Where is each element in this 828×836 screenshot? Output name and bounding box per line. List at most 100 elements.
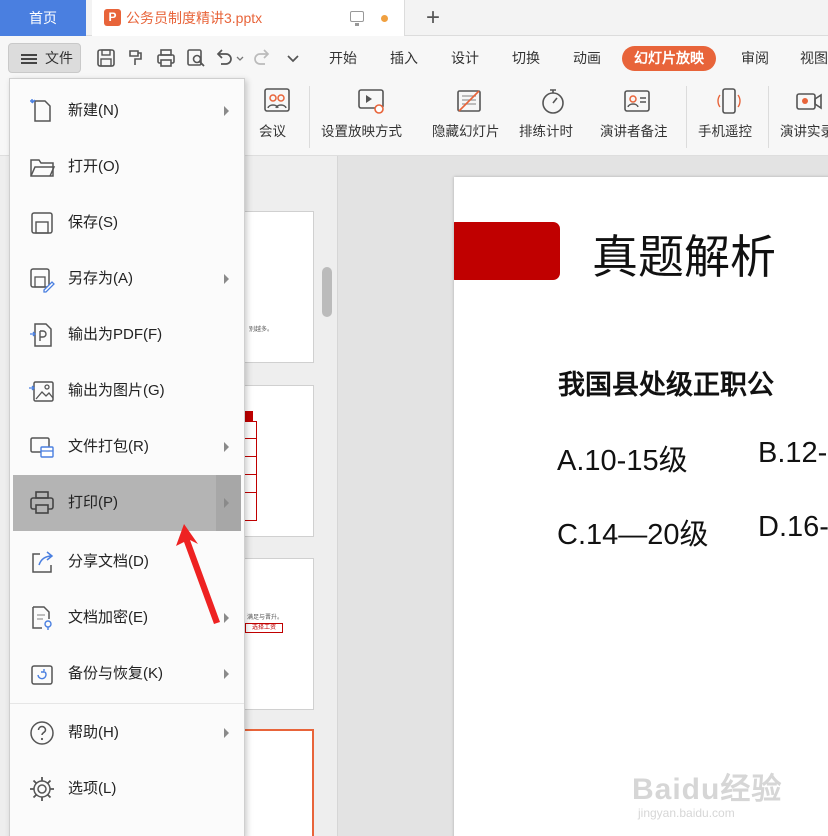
tab-home[interactable]: 开始: [329, 36, 357, 80]
option-b[interactable]: B.12-: [758, 437, 827, 470]
tab-insert[interactable]: 插入: [390, 36, 418, 80]
slide-thumbnail-selected[interactable]: [240, 729, 314, 836]
file-menu-dropdown: 新建(N) 打开(O) 保存(S) 另存为(A) 输出为PDF(F) 输出为图片…: [9, 78, 245, 836]
menu-item-save-as[interactable]: 另存为(A): [10, 251, 244, 307]
menu-item-help[interactable]: 帮助(H): [10, 705, 244, 761]
submenu-arrow-icon: [224, 106, 229, 116]
thumbnail-option-box: 选择工资: [245, 623, 283, 633]
save-icon: [31, 212, 53, 234]
menu-item-open[interactable]: 打开(O): [10, 139, 244, 195]
menu-item-label: 新建(N): [68, 102, 119, 119]
tab-review[interactable]: 审阅: [741, 36, 769, 80]
tab-view[interactable]: 视图: [800, 36, 828, 80]
home-tab[interactable]: 首页: [0, 0, 86, 36]
undo-icon[interactable]: [214, 48, 234, 68]
thumbnail-snippet: 满足与晋升。: [247, 615, 284, 621]
menu-item-export-pdf[interactable]: 输出为PDF(F): [10, 307, 244, 363]
tab-slideshow[interactable]: 幻灯片放映: [622, 46, 716, 71]
help-icon: [30, 721, 54, 745]
redo-icon[interactable]: [252, 48, 272, 68]
thumbnail-scrollbar[interactable]: [322, 267, 332, 317]
slide-canvas[interactable]: 真题解析 我国县处级正职公 A.10-15级 B.12- C.14—20级 D.…: [454, 177, 828, 836]
document-tab-title: 公务员制度精讲3.pptx: [126, 10, 263, 26]
menu-item-label: 保存(S): [68, 214, 118, 231]
submenu-arrow-icon: [224, 274, 229, 284]
tab-transition[interactable]: 切换: [512, 36, 540, 80]
meeting-button[interactable]: 会议: [250, 80, 306, 156]
submenu-arrow-icon: [224, 728, 229, 738]
watermark-url: jingyan.baidu.com: [638, 806, 735, 820]
print-preview-icon[interactable]: [186, 48, 206, 68]
pdf-icon: [30, 323, 52, 347]
print-icon[interactable]: [156, 48, 176, 68]
menu-item-label: 文件打包(R): [68, 438, 149, 455]
new-file-icon: [30, 99, 51, 122]
option-a[interactable]: A.10-15级: [557, 437, 688, 479]
menu-item-label: 选项(L): [68, 780, 117, 797]
meeting-icon: [264, 88, 290, 112]
baidu-jingyan-watermark: Baidu经验 jingyan.baidu.com: [632, 762, 802, 832]
slide-thumbnail[interactable]: [240, 385, 314, 537]
new-tab-button[interactable]: +: [418, 3, 448, 33]
menu-item-label: 备份与恢复(K): [68, 665, 163, 682]
speaker-notes-icon: [624, 90, 650, 112]
undo-dropdown-icon[interactable]: [236, 48, 244, 68]
menu-item-label: 输出为PDF(F): [68, 326, 163, 343]
slideshow-settings-label: 设置放映方式: [321, 124, 402, 139]
menu-item-label: 输出为图片(G): [68, 382, 165, 399]
menu-item-label: 文档加密(E): [68, 609, 148, 626]
tab-animation[interactable]: 动画: [573, 36, 601, 80]
save-icon[interactable]: [96, 48, 116, 68]
menu-item-more[interactable]: [10, 817, 244, 836]
file-menu-button[interactable]: 文件: [8, 43, 81, 73]
package-icon: [30, 437, 54, 458]
menu-divider: [10, 703, 244, 704]
slideshow-settings-icon: [358, 89, 384, 114]
menu-item-save[interactable]: 保存(S): [10, 195, 244, 251]
title-bar: 首页 P 公务员制度精讲3.pptx +: [0, 0, 828, 36]
stopwatch-icon: [542, 89, 564, 114]
thumbnail-table-line: [245, 474, 257, 475]
menu-item-new[interactable]: 新建(N): [10, 83, 244, 139]
option-d[interactable]: D.16-: [758, 511, 828, 544]
slide-question[interactable]: 我国县处级正职公: [558, 363, 774, 402]
monitor-icon[interactable]: [350, 11, 364, 26]
speaker-notes-label: 演讲者备注: [600, 124, 668, 139]
customize-toolbar-icon[interactable]: [283, 48, 303, 68]
phone-remote-button[interactable]: 手机遥控: [694, 80, 764, 156]
unsaved-dot-icon: [381, 15, 388, 22]
record-speech-button[interactable]: 演讲实录: [776, 80, 828, 156]
option-c[interactable]: C.14—20级: [557, 511, 709, 553]
thumbnail-snippet: 别越多。: [249, 327, 274, 333]
speaker-notes-button[interactable]: 演讲者备注: [598, 80, 678, 156]
slide-thumbnail[interactable]: 满足与晋升。 选择工资: [240, 558, 314, 710]
submenu-arrow-icon: [224, 442, 229, 452]
document-tab[interactable]: P 公务员制度精讲3.pptx: [92, 0, 405, 36]
ribbon-divider: [309, 86, 310, 148]
annotation-arrow-icon: [176, 524, 220, 624]
menu-item-package[interactable]: 文件打包(R): [10, 419, 244, 475]
hide-slide-icon: [457, 90, 481, 112]
menu-item-options[interactable]: 选项(L): [10, 761, 244, 817]
phone-remote-icon: [717, 88, 741, 114]
backup-icon: [31, 665, 53, 685]
ribbon-divider: [686, 86, 687, 148]
hide-slide-button[interactable]: 隐藏幻灯片: [430, 80, 510, 156]
tab-design[interactable]: 设计: [451, 36, 479, 80]
thumbnail-table-line: [245, 456, 257, 457]
menu-item-backup[interactable]: 备份与恢复(K): [10, 646, 244, 702]
thumbnail-red-marker: [245, 411, 253, 421]
submenu-arrow-icon: [224, 669, 229, 679]
slide-title[interactable]: 真题解析: [592, 221, 776, 287]
menu-item-export-image[interactable]: 输出为图片(G): [10, 363, 244, 419]
save-as-icon: [30, 268, 55, 293]
hamburger-icon: [21, 54, 37, 64]
format-painter-icon[interactable]: [126, 48, 146, 68]
slide-thumbnail[interactable]: 别越多。: [240, 211, 314, 363]
rehearse-timing-button[interactable]: 排练计时: [517, 80, 589, 156]
slideshow-settings-button[interactable]: 设置放映方式: [318, 80, 424, 156]
menu-item-label: 打开(O): [68, 158, 120, 175]
menu-item-label: 帮助(H): [68, 724, 119, 741]
rehearse-timing-label: 排练计时: [519, 124, 573, 139]
submenu-arrow-icon: [224, 498, 229, 508]
